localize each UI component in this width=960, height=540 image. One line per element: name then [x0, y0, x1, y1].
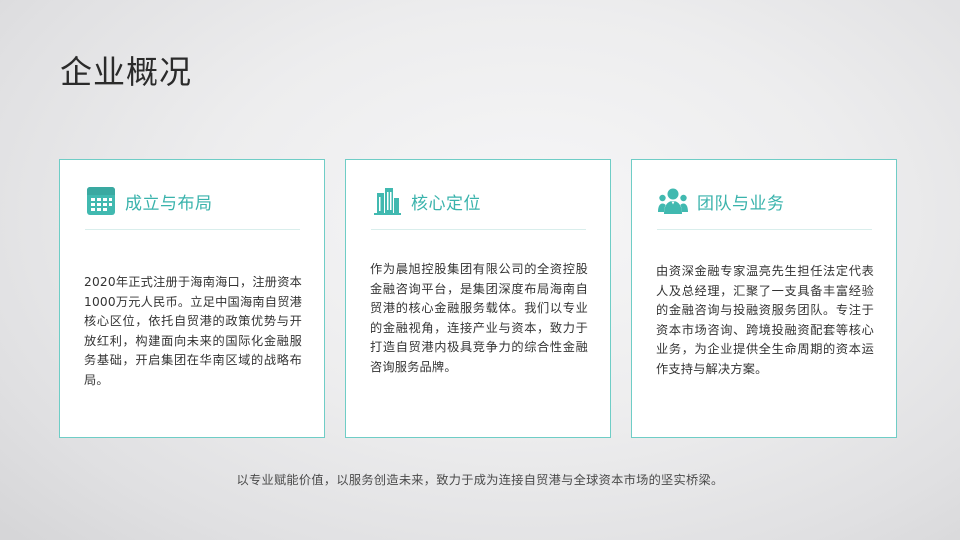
card-header: 核心定位	[371, 184, 481, 218]
card-body: 2020年正式注册于海南海口，注册资本1000万元人民币。立足中国海南自贸港核心…	[84, 275, 302, 387]
card-body: 作为晨旭控股集团有限公司的全资控股金融咨询平台，是集团深度布局海南自贸港的核心金…	[370, 262, 588, 374]
card-team: 团队与业务 由资深金融专家温亮先生担任法定代表人及总经理，汇聚了一支具备丰富经验…	[631, 159, 897, 438]
building-icon	[371, 185, 403, 217]
card-establishment: 成立与布局 2020年正式注册于海南海口，注册资本1000万元人民币。立足中国海…	[59, 159, 325, 438]
calendar-icon	[85, 185, 117, 217]
card-title: 成立与布局	[125, 193, 213, 214]
card-divider	[657, 229, 872, 230]
card-header: 团队与业务	[657, 184, 785, 218]
footer-tagline: 以专业赋能价值，以服务创造未来，致力于成为连接自贸港与全球资本市场的坚实桥梁。	[236, 473, 724, 487]
team-icon	[657, 185, 689, 217]
card-divider	[85, 229, 300, 230]
card-header: 成立与布局	[85, 184, 213, 218]
slide: 企业概况 成立与布局 2020年正式注册于海南海口，注册资本1000万元人民币。…	[0, 0, 960, 540]
card-title: 核心定位	[411, 193, 481, 214]
card-body: 由资深金融专家温亮先生担任法定代表人及总经理，汇聚了一支具备丰富经验的金融咨询与…	[656, 264, 874, 376]
card-divider	[371, 229, 586, 230]
card-positioning: 核心定位 作为晨旭控股集团有限公司的全资控股金融咨询平台，是集团深度布局海南自贸…	[345, 159, 611, 438]
card-title: 团队与业务	[697, 193, 785, 214]
page-title: 企业概况	[60, 53, 193, 91]
